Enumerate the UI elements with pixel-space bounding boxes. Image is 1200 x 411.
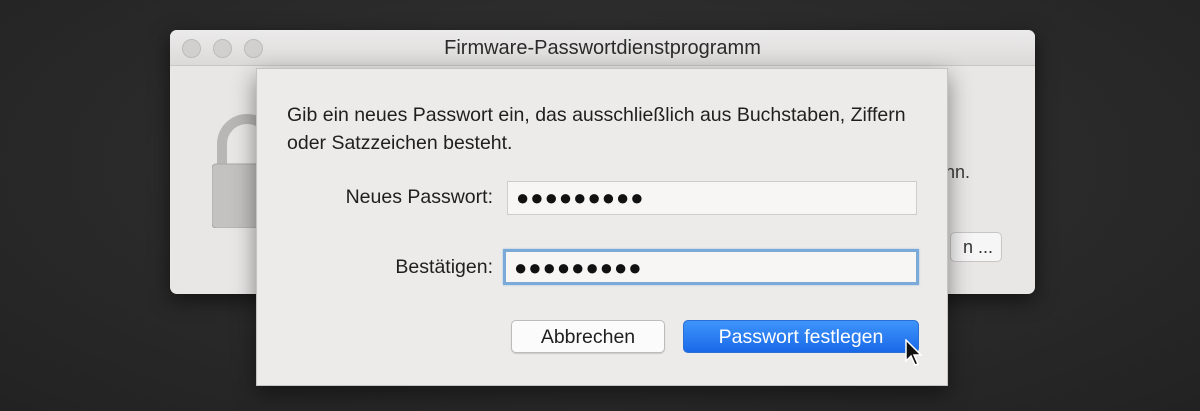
window-title: Firmware-Passwortdienstprogramm (444, 37, 761, 59)
cancel-button[interactable]: Abbrechen (511, 320, 665, 353)
set-password-sheet: Gib ein neues Passwort ein, das ausschli… (256, 68, 948, 386)
new-password-label: Neues Passwort: (345, 186, 493, 208)
window-titlebar: Firmware-Passwortdienstprogramm (170, 30, 1035, 66)
set-password-button[interactable]: Passwort festlegen (683, 320, 919, 353)
sheet-message: Gib ein neues Passwort ein, das ausschli… (287, 104, 906, 154)
confirm-password-label: Bestätigen: (395, 256, 493, 278)
window-button-partial[interactable]: n ... (950, 232, 1002, 262)
cursor-icon (905, 339, 923, 366)
new-password-field[interactable]: ●●●●●●●●● (507, 181, 917, 215)
confirm-password-field[interactable]: ●●●●●●●●● (503, 249, 919, 285)
